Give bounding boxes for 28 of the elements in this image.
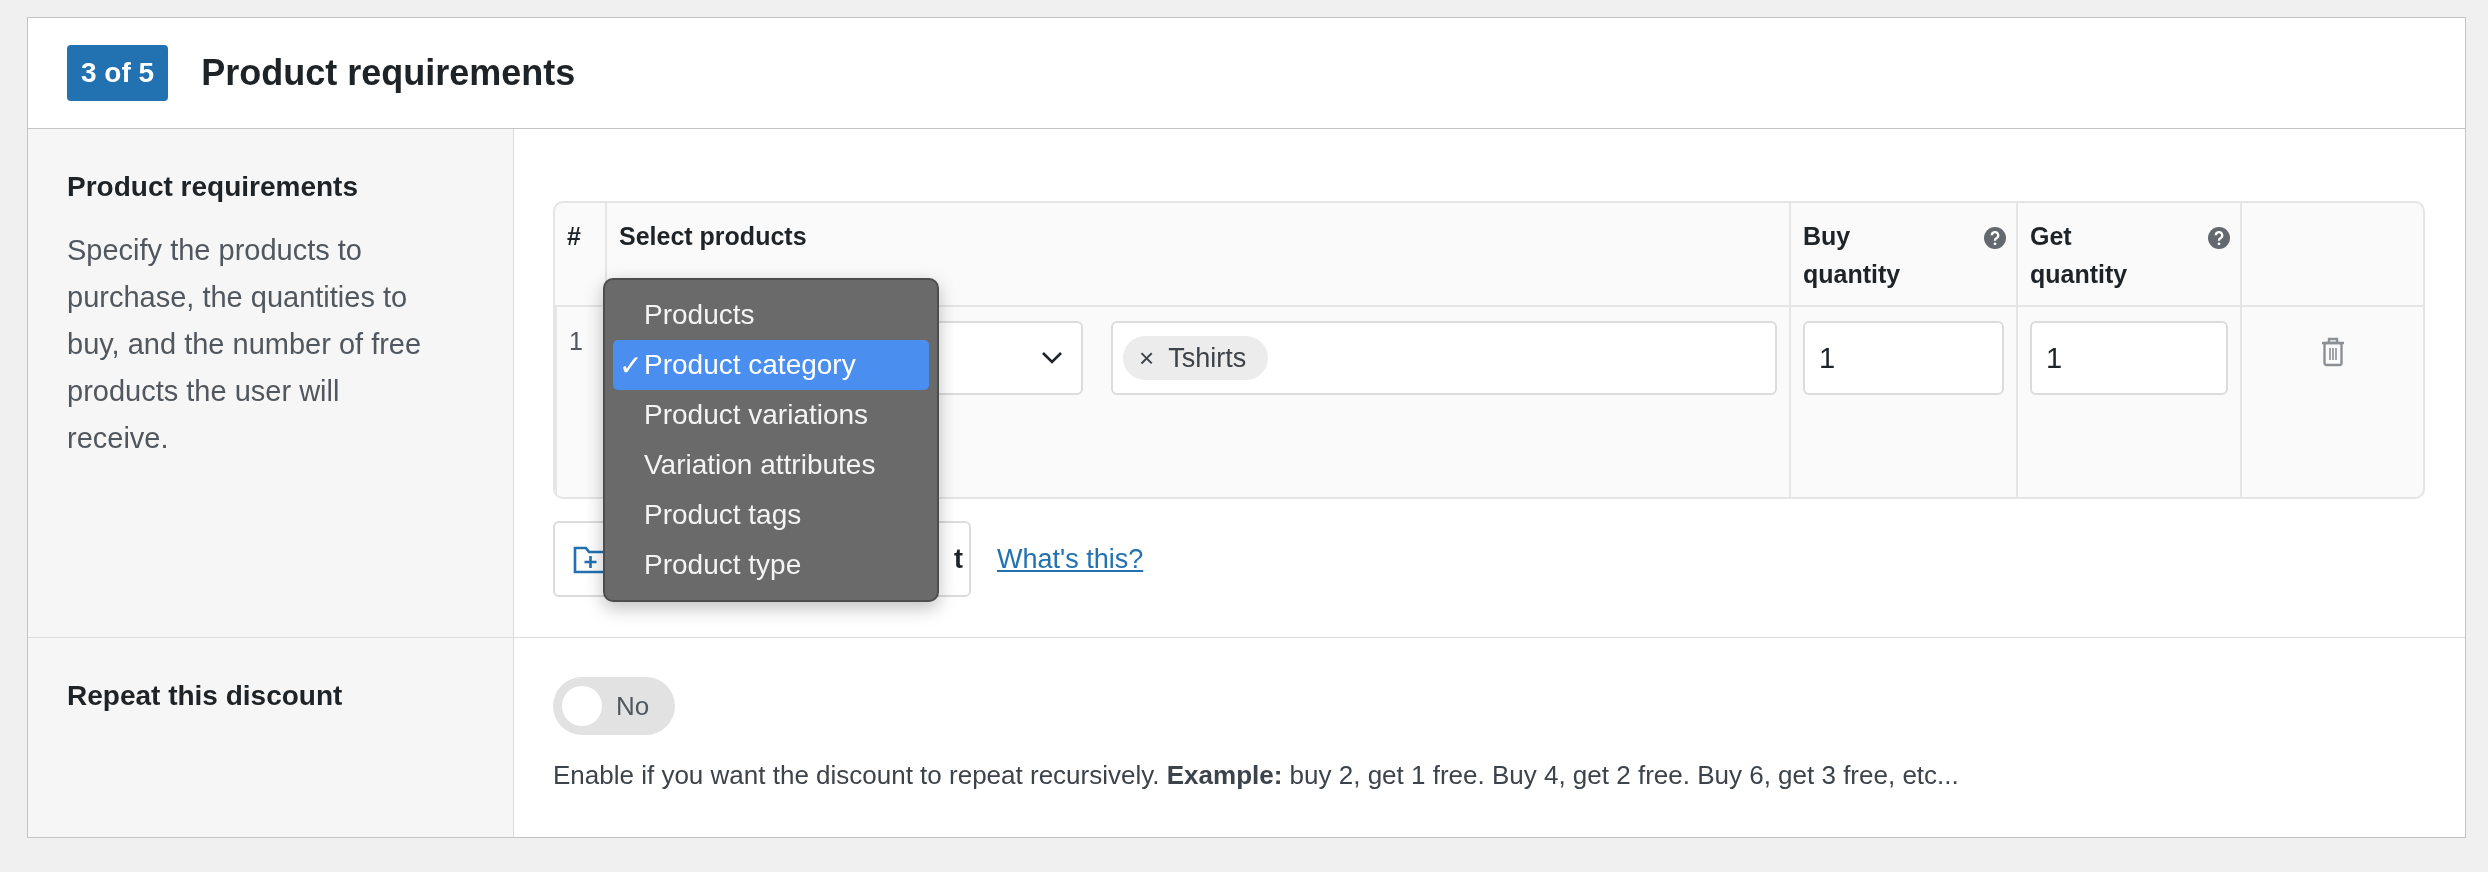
dropdown-option[interactable]: Products bbox=[613, 290, 929, 340]
toggle-switch[interactable]: No bbox=[553, 677, 675, 735]
row-number: 1 bbox=[569, 327, 583, 355]
tag-label: Tshirts bbox=[1168, 342, 1247, 374]
dropdown-option[interactable]: Product tags bbox=[613, 490, 929, 540]
column-header: Select products bbox=[619, 221, 807, 252]
help-icon[interactable] bbox=[1984, 227, 2006, 249]
get-quantity-field[interactable]: 1 bbox=[2030, 321, 2228, 395]
help-link[interactable]: What's this? bbox=[997, 543, 1144, 575]
setting-label: Product requirements bbox=[67, 171, 359, 203]
dropdown-option[interactable]: Product type bbox=[613, 540, 929, 590]
remove-tag-button[interactable]: × bbox=[1139, 342, 1155, 374]
setting-description: Specify the products to purchase, the quantities to buy, and the number of free products the user will receive. bbox=[67, 233, 423, 456]
column-header: Buy quantity bbox=[1803, 221, 1902, 290]
section-title: Product requirements bbox=[201, 52, 576, 94]
dropdown-option[interactable]: Product variations bbox=[613, 390, 929, 440]
dropdown-option[interactable]: ✓Product category bbox=[613, 340, 929, 390]
dropdown-option[interactable]: Variation attributes bbox=[613, 440, 929, 490]
step-badge: 3 of 5 bbox=[67, 45, 169, 101]
help-icon[interactable] bbox=[2208, 227, 2230, 249]
setting-description: Enable if you want the discount to repeat recursively. Example: buy 2, get 1 free. Buy 4, get 2 free. Buy 6, get 3 free, etc... bbox=[553, 759, 1960, 792]
trash-icon[interactable] bbox=[2320, 337, 2345, 367]
column-header: # bbox=[567, 221, 581, 252]
chevron-down-icon bbox=[1041, 351, 1063, 365]
setting-label: Repeat this discount bbox=[67, 680, 344, 712]
buy-quantity-field[interactable]: 1 bbox=[1803, 321, 2004, 395]
tags-field[interactable]: × Tshirts bbox=[1111, 321, 1777, 395]
column-header: Get quantity bbox=[2030, 221, 2129, 290]
